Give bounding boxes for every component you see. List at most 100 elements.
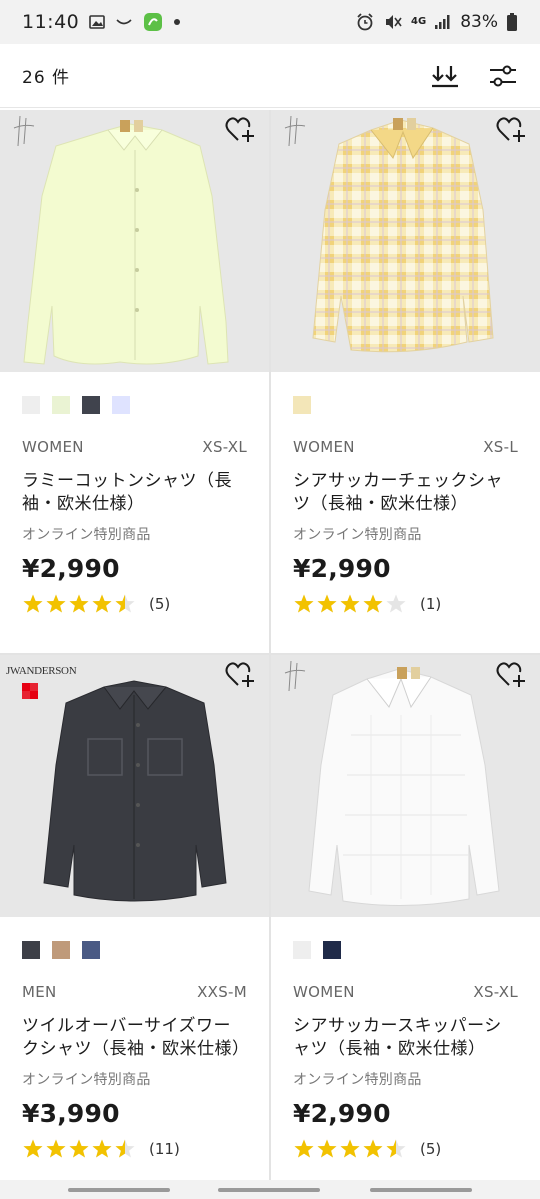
- gender-label: MEN: [22, 983, 57, 1001]
- review-count[interactable]: (1): [420, 595, 441, 613]
- sort-button[interactable]: [430, 61, 460, 91]
- color-swatch[interactable]: [22, 396, 40, 414]
- heart-plus-icon: [496, 117, 525, 142]
- color-swatch[interactable]: [82, 396, 100, 414]
- smile-icon: [115, 17, 133, 27]
- battery-percent: 83%: [460, 12, 498, 32]
- star-full-icon: [340, 594, 360, 613]
- battery-icon: [506, 12, 518, 32]
- star-half-icon: [386, 1139, 406, 1158]
- product-name[interactable]: シアサッカーチェックシャツ（長袖・欧米仕様）: [271, 456, 540, 516]
- color-swatch[interactable]: [323, 941, 341, 959]
- favorite-button[interactable]: [225, 116, 255, 144]
- star-full-icon: [23, 1139, 43, 1158]
- star-full-icon: [363, 594, 383, 613]
- rating-stars: (11): [0, 1128, 269, 1160]
- nav-home-handle[interactable]: [218, 1188, 320, 1192]
- signal-icon: [434, 14, 452, 30]
- star-full-icon: [92, 594, 112, 613]
- product-photo: [23, 120, 229, 365]
- star-full-icon: [294, 594, 314, 613]
- product-card[interactable]: WOMEN XS-XL シアサッカースキッパーシャツ（長袖・欧米仕様） オンライ…: [271, 655, 540, 1160]
- rating-stars: (5): [271, 1128, 540, 1160]
- online-exclusive-label: オンライン特別商品: [22, 527, 151, 543]
- product-price: ¥2,990: [293, 1099, 391, 1128]
- online-exclusive-label: オンライン特別商品: [22, 1072, 151, 1088]
- product-photo: [43, 680, 227, 902]
- mute-icon: [383, 12, 403, 32]
- color-swatch[interactable]: [112, 396, 130, 414]
- status-time: 11:40: [22, 11, 80, 33]
- product-name[interactable]: ツイルオーバーサイズワークシャツ（長袖・欧米仕様）: [0, 1001, 269, 1061]
- review-count[interactable]: (5): [420, 1140, 441, 1158]
- color-swatch[interactable]: [52, 396, 70, 414]
- product-image[interactable]: [0, 110, 269, 372]
- app-notification-icon: [143, 12, 163, 32]
- size-range: XS-XL: [473, 983, 518, 1001]
- favorite-button[interactable]: [496, 116, 526, 144]
- product-image[interactable]: [271, 110, 540, 372]
- sort-icon: [432, 65, 458, 87]
- review-count[interactable]: (11): [149, 1140, 180, 1158]
- status-bar: 11:40 4G 83%: [0, 0, 540, 44]
- star-full-icon: [46, 1139, 66, 1158]
- results-header: 26 件: [0, 44, 540, 108]
- product-grid: WOMEN XS-XL ラミーコットンシャツ（長袖・欧米仕様） オンライン特別商…: [0, 110, 540, 1180]
- uniqlo-logo: [22, 683, 38, 699]
- nav-recents-handle[interactable]: [68, 1188, 170, 1192]
- product-price: ¥2,990: [22, 554, 120, 583]
- product-card[interactable]: JWANDERSON MEN XXS-M ツイルオーバーサイズワークシャツ（長袖…: [0, 655, 269, 1160]
- gender-label: WOMEN: [22, 438, 84, 456]
- star-full-icon: [294, 1139, 314, 1158]
- star-full-icon: [340, 1139, 360, 1158]
- result-count: 26 件: [22, 68, 71, 88]
- online-exclusive-label: オンライン特別商品: [293, 527, 422, 543]
- product-image[interactable]: JWANDERSON: [0, 655, 269, 917]
- color-swatch[interactable]: [293, 396, 311, 414]
- product-card[interactable]: WOMEN XS-XL ラミーコットンシャツ（長袖・欧米仕様） オンライン特別商…: [0, 110, 269, 615]
- favorite-button[interactable]: [225, 661, 255, 689]
- star-empty-icon: [386, 594, 406, 613]
- product-image[interactable]: [271, 655, 540, 917]
- size-range: XS-L: [483, 438, 518, 456]
- star-half-icon: [115, 1139, 135, 1158]
- product-photo: [308, 667, 500, 907]
- star-full-icon: [69, 1139, 89, 1158]
- product-price: ¥3,990: [22, 1099, 120, 1128]
- designer-logo: [283, 659, 309, 695]
- product-name[interactable]: ラミーコットンシャツ（長袖・欧米仕様）: [0, 456, 269, 516]
- heart-plus-icon: [225, 117, 254, 142]
- color-swatch[interactable]: [52, 941, 70, 959]
- color-swatches: [0, 372, 269, 426]
- designer-logo: [283, 114, 309, 150]
- review-count[interactable]: (5): [149, 595, 170, 613]
- star-full-icon: [23, 594, 43, 613]
- dot-icon: [173, 18, 181, 26]
- filter-button[interactable]: [488, 61, 518, 91]
- network-type: 4G: [411, 16, 427, 27]
- favorite-button[interactable]: [496, 661, 526, 689]
- rating-stars: (5): [0, 583, 269, 615]
- product-photo: [312, 118, 494, 353]
- product-name[interactable]: シアサッカースキッパーシャツ（長袖・欧米仕様）: [271, 1001, 540, 1061]
- color-swatches: [271, 372, 540, 426]
- gender-label: WOMEN: [293, 438, 355, 456]
- heart-plus-icon: [225, 662, 254, 687]
- color-swatch[interactable]: [22, 941, 40, 959]
- star-full-icon: [363, 1139, 383, 1158]
- star-half-icon: [115, 594, 135, 613]
- color-swatch[interactable]: [293, 941, 311, 959]
- size-range: XXS-M: [197, 983, 247, 1001]
- star-full-icon: [69, 594, 89, 613]
- system-navigation-bar: [0, 1180, 540, 1199]
- product-card[interactable]: WOMEN XS-L シアサッカーチェックシャツ（長袖・欧米仕様） オンライン特…: [271, 110, 540, 615]
- rating-stars: (1): [271, 583, 540, 615]
- size-range: XS-XL: [202, 438, 247, 456]
- filter-icon: [490, 65, 516, 86]
- alarm-icon: [355, 12, 375, 32]
- product-price: ¥2,990: [293, 554, 391, 583]
- color-swatch[interactable]: [82, 941, 100, 959]
- nav-back-handle[interactable]: [370, 1188, 472, 1192]
- gender-label: WOMEN: [293, 983, 355, 1001]
- designer-logo: [12, 114, 38, 150]
